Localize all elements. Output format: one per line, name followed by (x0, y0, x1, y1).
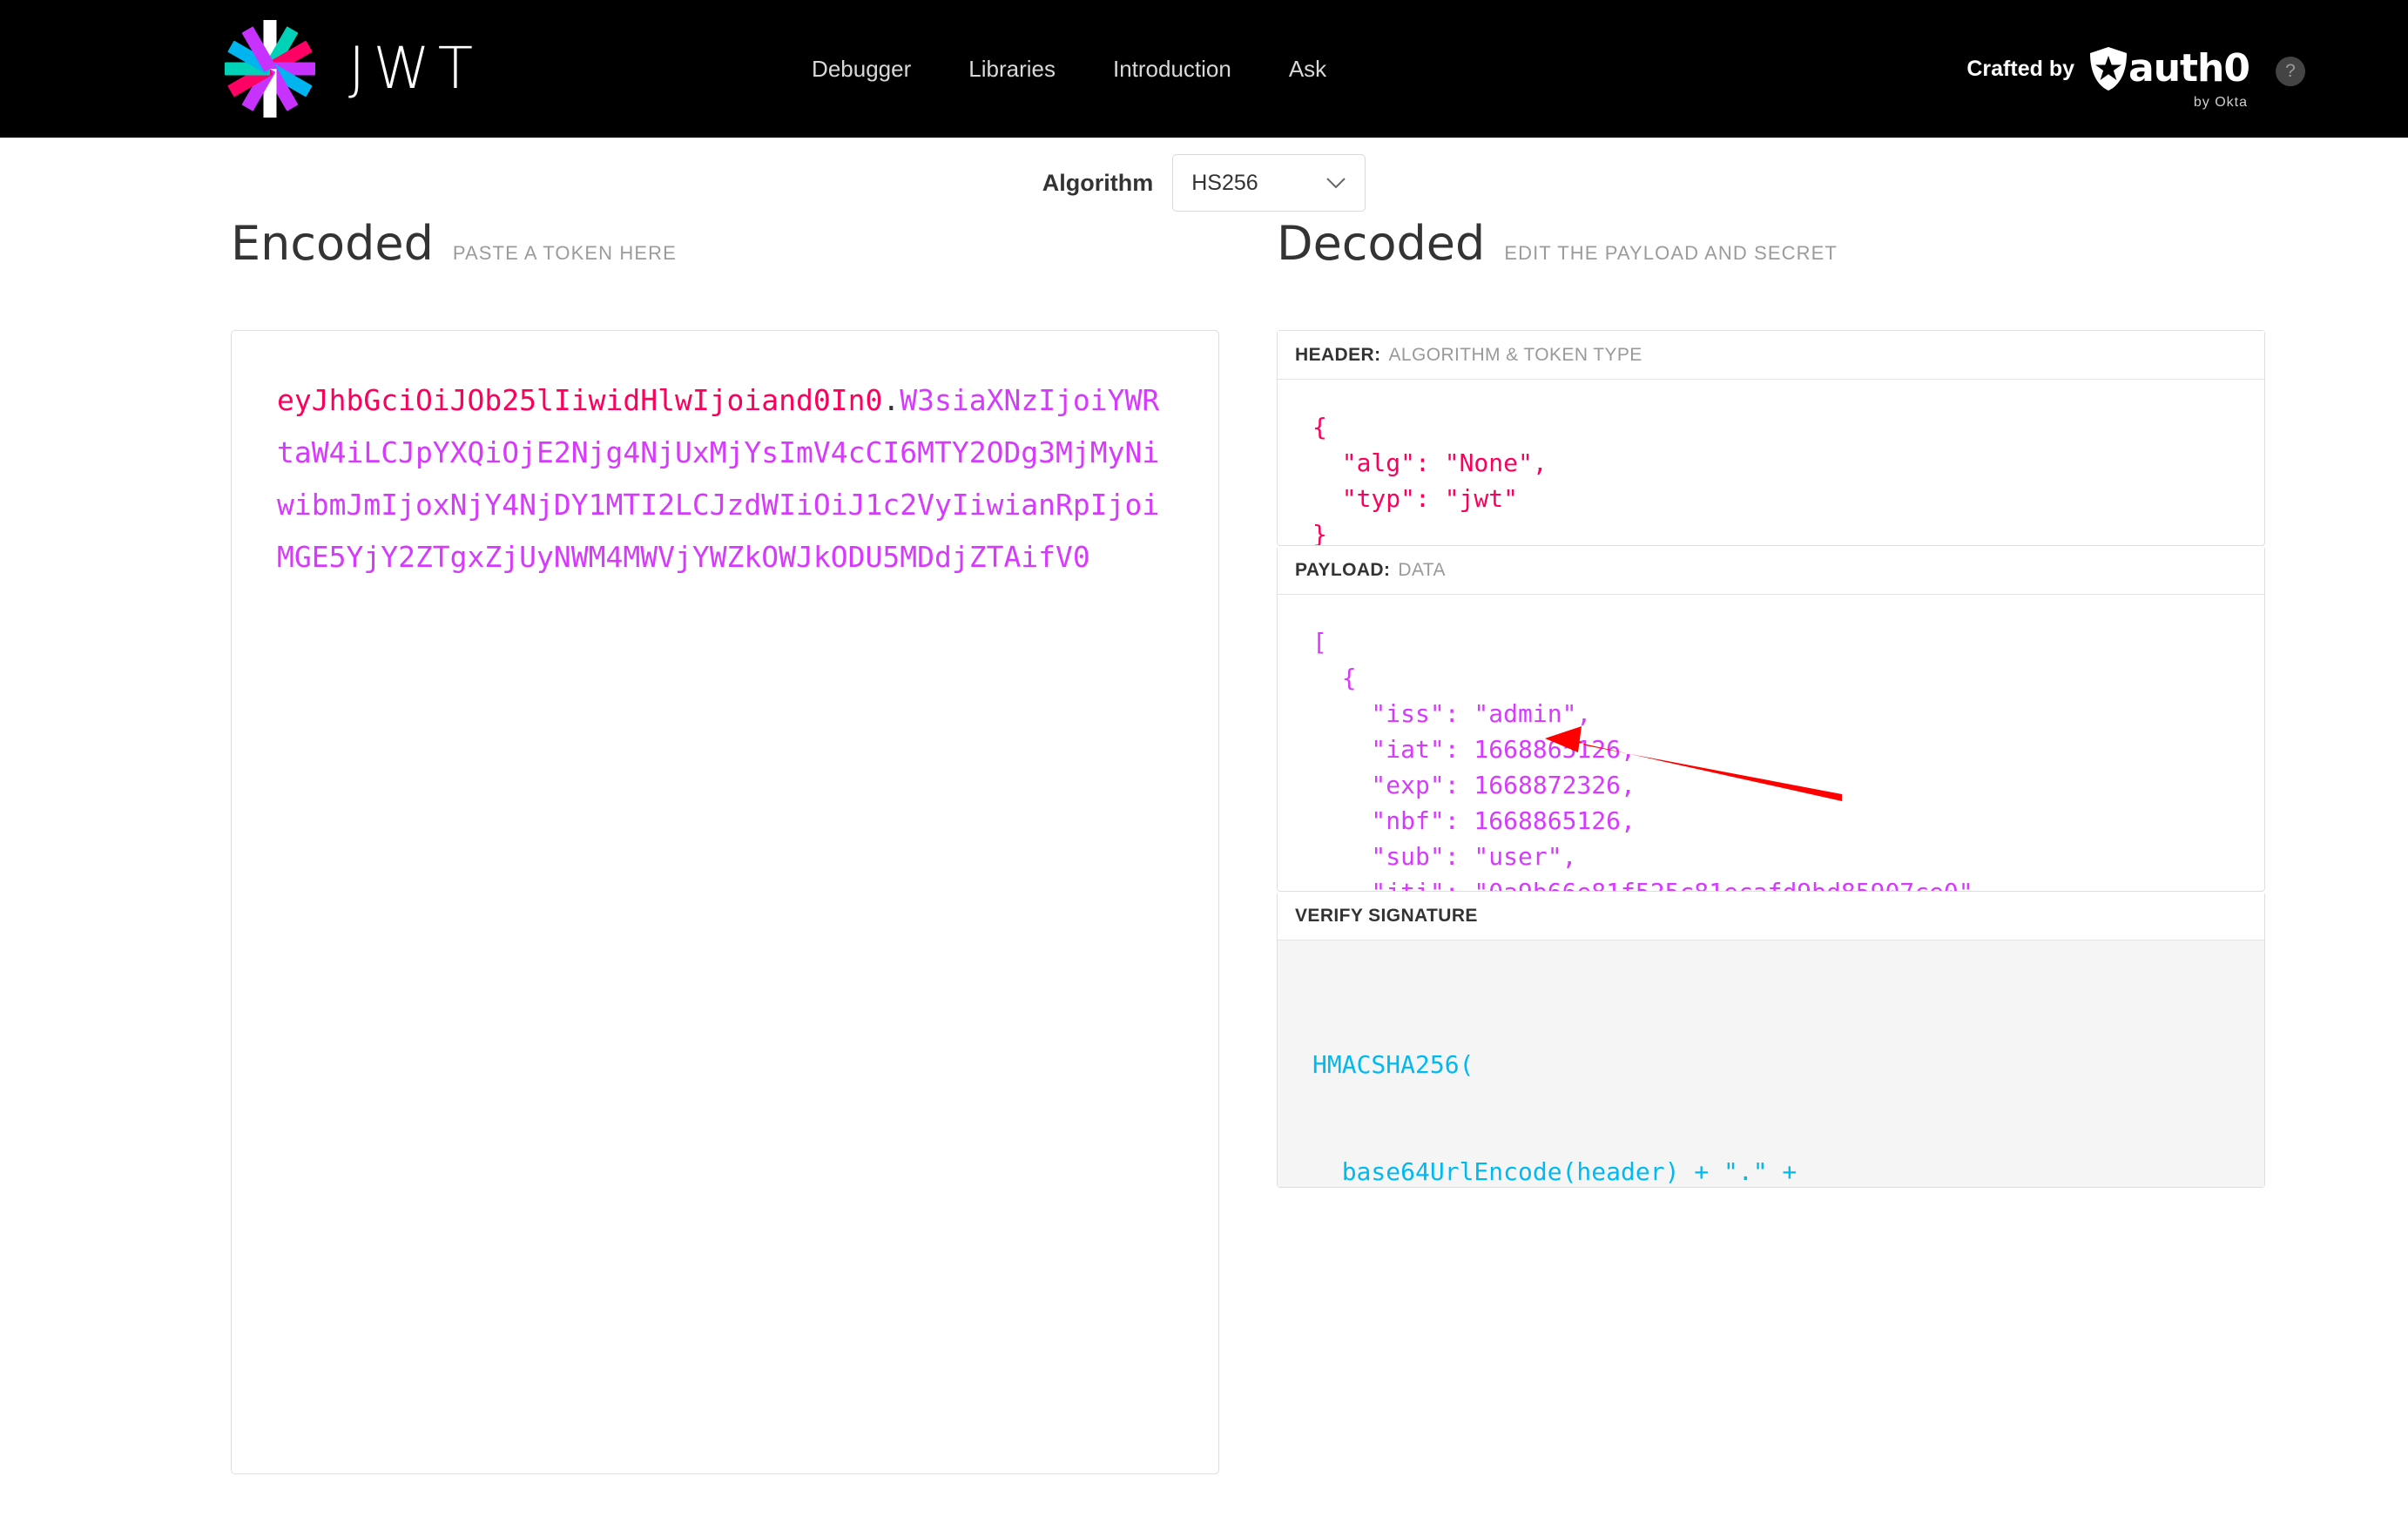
decoded-payload-panel: PAYLOAD: DATA [ { "iss": "admin", "iat":… (1277, 546, 2265, 892)
payload-json-editor[interactable]: [ { "iss": "admin", "iat": 1668865126, "… (1278, 595, 2264, 891)
header-strip-desc: ALGORITHM & TOKEN TYPE (1388, 344, 1642, 365)
brand-logo[interactable]: JWT (225, 20, 482, 118)
payload-strip-key: PAYLOAD: (1295, 559, 1391, 580)
nav-link-libraries[interactable]: Libraries (968, 56, 1056, 83)
decoded-header-panel: HEADER: ALGORITHM & TOKEN TYPE { "alg": … (1277, 330, 2265, 546)
algorithm-selected-value: HS256 (1191, 170, 1258, 195)
signature-line-header: base64UrlEncode(header) + "." + (1341, 1157, 1798, 1186)
encoded-section-header: Encoded PASTE A TOKEN HERE (231, 216, 1219, 291)
question-mark-icon[interactable]: ? (2276, 57, 2305, 86)
signature-body: HMACSHA256( base64UrlEncode(header) + ".… (1278, 940, 2264, 1187)
encoded-subtitle: PASTE A TOKEN HERE (452, 242, 677, 264)
algorithm-row: Algorithm HS256 (0, 138, 2408, 216)
encoded-token-input[interactable]: eyJhbGciOiJOb25lIiwidHlwIjoiand0In0.W3si… (231, 330, 1219, 1474)
token-header-part: eyJhbGciOiJOb25lIiwidHlwIjoiand0In0 (277, 383, 883, 417)
signature-strip-key: VERIFY SIGNATURE (1295, 905, 1478, 926)
signature-line-hmac: HMACSHA256( (1312, 1050, 1474, 1079)
jwt-burst-logo-icon (225, 20, 315, 118)
header-strip-key: HEADER: (1295, 344, 1381, 365)
top-navbar: JWT Debugger Libraries Introduction Ask … (0, 0, 2408, 138)
auth0-lockup: auth0 by Okta (2088, 46, 2250, 110)
encoded-title: Encoded (231, 216, 434, 271)
payload-strip-desc: DATA (1398, 559, 1446, 580)
nav-link-ask[interactable]: Ask (1289, 56, 1326, 83)
by-okta-label: by Okta (2193, 95, 2248, 110)
nav-link-debugger[interactable]: Debugger (812, 56, 911, 83)
signature-panel-strip: VERIFY SIGNATURE (1278, 892, 2264, 940)
encoded-token-text: eyJhbGciOiJOb25lIiwidHlwIjoiand0In0.W3si… (277, 374, 1173, 583)
jwt-wordmark: JWT (348, 35, 482, 102)
auth0-wordmark: auth0 (2128, 46, 2250, 91)
crafted-by-auth0[interactable]: Crafted by auth0 by Okta ? (1966, 46, 2305, 110)
decoded-subtitle: EDIT THE PAYLOAD AND SECRET (1504, 242, 1838, 264)
algorithm-label: Algorithm (1042, 169, 1154, 196)
primary-nav: Debugger Libraries Introduction Ask (812, 56, 1326, 83)
verify-signature-panel: VERIFY SIGNATURE HMACSHA256( base64UrlEn… (1277, 892, 2265, 1188)
encoded-column: Encoded PASTE A TOKEN HERE eyJhbGciOiJOb… (231, 216, 1219, 1474)
chevron-down-icon (1326, 177, 1346, 188)
header-panel-strip: HEADER: ALGORITHM & TOKEN TYPE (1278, 331, 2264, 380)
decoded-column: Decoded EDIT THE PAYLOAD AND SECRET HEAD… (1277, 216, 2265, 1188)
decoded-section-header: Decoded EDIT THE PAYLOAD AND SECRET (1277, 216, 2265, 291)
decoded-title: Decoded (1277, 216, 1486, 271)
header-json-editor[interactable]: { "alg": "None", "typ": "jwt" } (1278, 380, 2264, 545)
auth0-shield-icon (2090, 47, 2127, 91)
crafted-by-label: Crafted by (1966, 56, 2074, 81)
algorithm-select[interactable]: HS256 (1172, 154, 1366, 212)
nav-link-introduction[interactable]: Introduction (1113, 56, 1231, 83)
payload-panel-strip: PAYLOAD: DATA (1278, 546, 2264, 595)
token-separator-dot: . (882, 383, 900, 417)
